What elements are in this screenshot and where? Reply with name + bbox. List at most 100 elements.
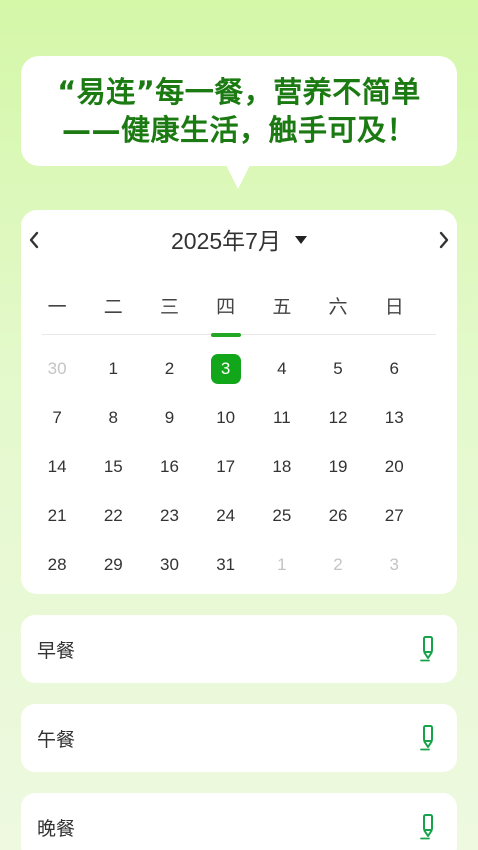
calendar-day-number: 1 [277,554,287,574]
meal-card-lunch[interactable]: 午餐 [21,704,457,772]
month-label: 2025年7月 [171,228,281,254]
calendar-day-number: 15 [103,456,123,476]
calendar-day-number: 6 [389,358,399,378]
calendar-day-number: 28 [47,554,67,574]
weekday-label: 日 [384,296,404,318]
calendar-day-number: 13 [384,407,404,427]
calendar-day[interactable]: 8 [85,393,141,442]
calendar-day-number: 2 [164,358,175,378]
calendar-day-number: 2 [333,554,343,574]
weekday-label: 四 [216,296,236,318]
calendar-day[interactable]: 19 [310,442,366,491]
calendar-day[interactable]: 21 [29,491,85,540]
calendar-day[interactable]: 27 [366,491,422,540]
calendar-day[interactable]: 12 [310,393,366,442]
edit-breakfast-button[interactable] [417,635,439,663]
calendar-day[interactable]: 4 [254,344,310,393]
weekday-header: 一 二 三 四 五 六 日 [29,292,449,322]
selected-weekday-indicator [211,333,241,337]
calendar-day-number: 31 [216,554,236,574]
calendar-day-number: 26 [328,505,348,525]
calendar-day-number: 23 [160,505,179,525]
calendar-day[interactable]: 30 [141,540,197,589]
calendar-day[interactable]: 10 [198,393,254,442]
calendar-day[interactable]: 24 [198,491,254,540]
meal-label: 晚餐 [37,817,76,840]
calendar-day-number: 30 [160,554,179,574]
calendar-day-number: 16 [160,456,179,476]
calendar-day[interactable]: 1 [254,540,310,589]
calendar-day-number: 29 [103,554,123,574]
calendar-day-number: 21 [47,505,67,525]
days-grid: 30 1 2 3 4 5 6 7 8 9 10 11 12 13 14 15 16 17 18 19 20 21 22 23 2… [29,344,449,589]
calendar-day-number: 7 [52,407,62,427]
calendar-day[interactable]: 13 [366,393,422,442]
calendar-day[interactable]: 2 [310,540,366,589]
calendar-day[interactable]: 1 [85,344,141,393]
meal-card-dinner[interactable]: 晚餐 [21,793,457,850]
calendar-day-number: 5 [333,358,343,378]
calendar-day-number: 19 [328,456,348,476]
meal-label: 午餐 [37,728,76,751]
calendar-day-number: 30 [47,358,67,378]
calendar-day-number: 25 [272,505,292,525]
weekday-label: 一 [47,296,67,318]
edit-lunch-button[interactable] [417,724,439,752]
calendar-day[interactable]: 5 [310,344,366,393]
calendar-day[interactable]: 26 [310,491,366,540]
month-selector[interactable]: 2025年7月 [21,224,457,254]
edit-pen-icon [420,636,433,662]
caret-down-icon [294,236,307,244]
bubble-tail [226,165,250,189]
edit-dinner-button[interactable] [417,813,439,841]
edit-pen-icon [420,814,433,840]
weekday-label: 三 [159,296,179,318]
calendar-day[interactable]: 9 [141,393,197,442]
calendar-day-number: 10 [216,407,236,427]
meal-card-breakfast[interactable]: 早餐 [21,615,457,683]
calendar-day-selected[interactable]: 3 [198,344,254,393]
calendar-card: 2025年7月 一 二 三 四 五 六 日 30 1 2 3 4 5 6 7 8 9 10 11 12 1… [21,210,457,594]
edit-pen-icon [420,725,433,751]
calendar-day[interactable]: 28 [29,540,85,589]
calendar-day-number: 18 [272,456,292,476]
calendar-day[interactable]: 16 [141,442,197,491]
calendar-day[interactable]: 25 [254,491,310,540]
slogan-bubble: “易连”每一餐，营养不简单 ——健康生活，触手可及！ [21,56,457,166]
calendar-day-number: 11 [273,407,291,427]
calendar-day-number: 20 [384,456,404,476]
calendar-day[interactable]: 31 [198,540,254,589]
calendar-day[interactable]: 7 [29,393,85,442]
calendar-day-number: 3 [210,353,241,384]
next-month-button[interactable] [432,228,456,252]
calendar-day[interactable]: 3 [366,540,422,589]
weekday-label: 六 [328,296,348,318]
weekday-label: 二 [103,296,123,318]
calendar-day[interactable]: 29 [85,540,141,589]
calendar-day[interactable]: 15 [85,442,141,491]
calendar-day-number: 4 [277,358,287,378]
calendar-day[interactable]: 20 [366,442,422,491]
calendar-day-number: 8 [108,407,119,427]
chevron-right-icon [439,231,449,249]
calendar-day-number: 24 [216,505,236,525]
calendar-day[interactable]: 11 [254,393,310,442]
calendar-day[interactable]: 17 [198,442,254,491]
calendar-day[interactable]: 22 [85,491,141,540]
calendar-day-number: 12 [328,407,348,427]
calendar-day-number: 22 [103,505,123,525]
calendar-day-number: 27 [384,505,404,525]
slogan-line-2: ——健康生活，触手可及！ [61,113,416,147]
calendar-day-number: 9 [164,407,175,427]
calendar-day[interactable]: 23 [141,491,197,540]
meal-label: 早餐 [37,639,76,662]
calendar-day-number: 1 [108,358,119,378]
calendar-day[interactable]: 14 [29,442,85,491]
calendar-day[interactable]: 6 [366,344,422,393]
calendar-day[interactable]: 2 [141,344,197,393]
calendar-day[interactable]: 30 [29,344,85,393]
calendar-day-number: 3 [389,554,399,574]
calendar-day-number: 14 [47,456,67,476]
calendar-day[interactable]: 18 [254,442,310,491]
weekday-label: 五 [272,296,292,318]
